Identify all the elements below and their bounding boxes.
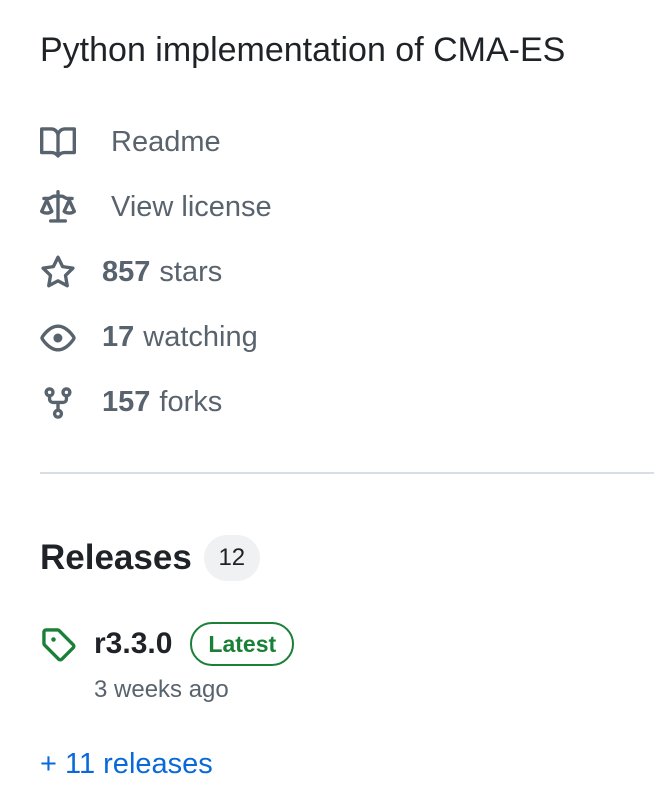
watching-count: 17 xyxy=(102,321,135,353)
tag-icon xyxy=(40,626,76,662)
forks-count: 157 xyxy=(102,386,151,418)
license-link[interactable]: View license xyxy=(40,175,620,240)
eye-icon xyxy=(40,320,76,356)
more-releases-link[interactable]: + 11 releases xyxy=(40,748,213,781)
repo-sidebar: Python implementation of CMA-ES Readme V… xyxy=(0,0,654,796)
stars-link[interactable]: 857 stars xyxy=(40,240,620,305)
book-icon xyxy=(40,125,76,161)
latest-badge: Latest xyxy=(190,622,295,666)
law-scale-icon xyxy=(40,189,76,226)
watching-label: watching xyxy=(143,321,258,353)
repo-description: Python implementation of CMA-ES xyxy=(40,31,566,69)
releases-title-link[interactable]: Releases xyxy=(40,534,192,582)
about-meta-list: Readme View license 857 stars 17 watchin… xyxy=(40,110,620,435)
readme-link[interactable]: Readme xyxy=(40,110,620,175)
stars-label: stars xyxy=(159,256,223,288)
star-icon xyxy=(40,255,76,291)
release-name-link[interactable]: r3.3.0 xyxy=(94,627,172,661)
release-title-row: r3.3.0 Latest xyxy=(40,618,620,670)
stars-count: 857 xyxy=(102,256,151,288)
latest-release[interactable]: r3.3.0 Latest 3 weeks ago xyxy=(40,618,620,708)
watchers-link[interactable]: 17 watching xyxy=(40,305,620,370)
forks-label: forks xyxy=(159,386,223,418)
release-date: 3 weeks ago xyxy=(94,676,229,703)
license-label: View license xyxy=(111,191,272,223)
repo-forked-icon xyxy=(40,385,76,421)
releases-header: Releases 12 xyxy=(40,534,260,582)
forks-link[interactable]: 157 forks xyxy=(40,370,620,435)
readme-label: Readme xyxy=(111,126,221,158)
section-divider xyxy=(40,472,654,474)
releases-counter: 12 xyxy=(203,535,260,581)
